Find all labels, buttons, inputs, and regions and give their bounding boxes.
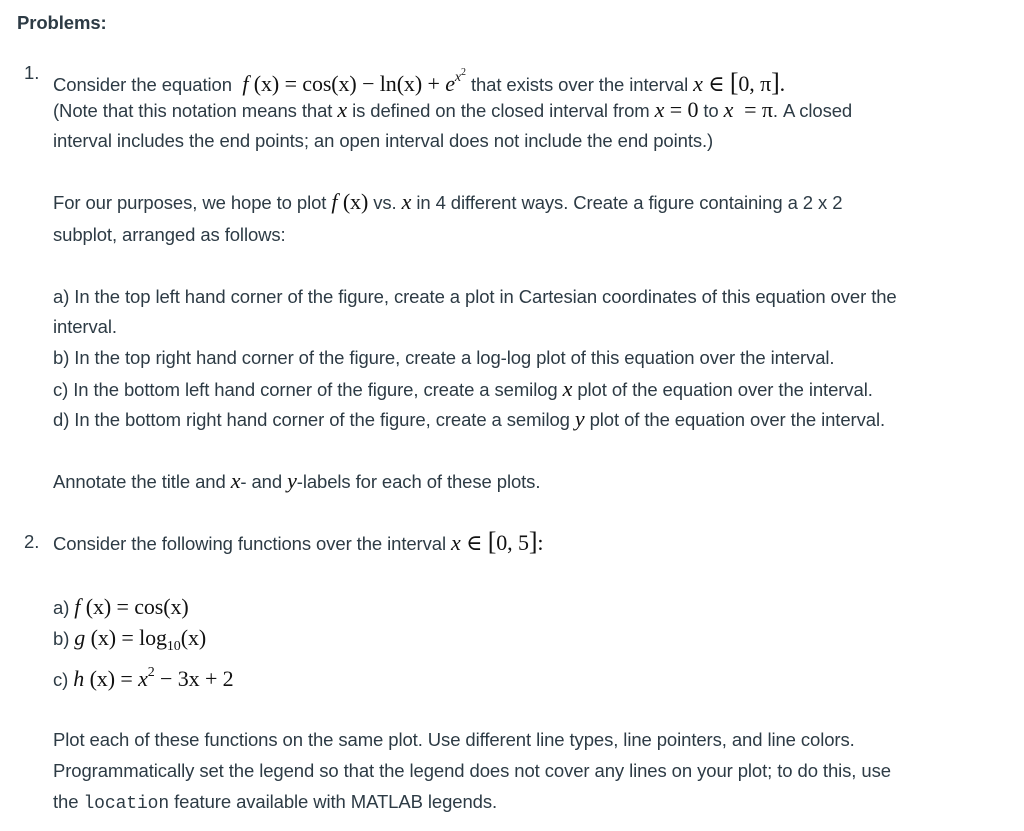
item-a-line-1: a) In the top left hand corner of the fi… (53, 286, 897, 307)
item-a-line-2: interval. (53, 316, 117, 337)
item-c: c) In the bottom left hand corner of the… (53, 376, 873, 401)
intro-text: Consider the equation (53, 74, 232, 95)
problem-2-intro-line: Consider the following functions over th… (53, 527, 544, 556)
problem-1-number: 1. (24, 62, 40, 83)
location-code: location (83, 794, 170, 814)
instruction-line-1: Plot each of these functions on the same… (53, 729, 855, 750)
problem-2-number: 2. (24, 531, 40, 552)
purpose-line-1: For our purposes, we hope to plot f (x) … (53, 189, 843, 214)
note-line-1: (Note that this notation means that x is… (53, 97, 853, 122)
instruction-line-2: Programmatically set the legend so that … (53, 760, 891, 781)
equation-f: f (x) = cos(x) − ln(x) + ex2 (242, 67, 466, 96)
interval-0-pi: x ∈ [0, π]. (693, 68, 786, 97)
note-line-2: interval includes the end points; an ope… (53, 130, 714, 151)
function-c: c) h (x) = x2 − 3x + 2 (53, 665, 234, 691)
problems-heading: Problems: (17, 12, 107, 33)
purpose-line-2: subplot, arranged as follows: (53, 224, 286, 245)
annotate-line: Annotate the title and x- and y-labels f… (53, 468, 541, 493)
item-b: b) In the top right hand corner of the f… (53, 347, 835, 368)
function-b: b) g (x) = log10(x) (53, 625, 207, 654)
after-equation-text: that exists over the interval (470, 74, 689, 95)
problem-1-intro-line: Consider the equation f (x) = cos(x) − l… (53, 60, 785, 98)
item-d: d) In the bottom right hand corner of th… (53, 406, 885, 431)
function-a: a) f (x) = cos(x) (53, 594, 189, 619)
instruction-line-3: the location feature available with MATL… (53, 791, 498, 814)
interval-0-5: x ∈ [0, 5]: (451, 527, 544, 556)
